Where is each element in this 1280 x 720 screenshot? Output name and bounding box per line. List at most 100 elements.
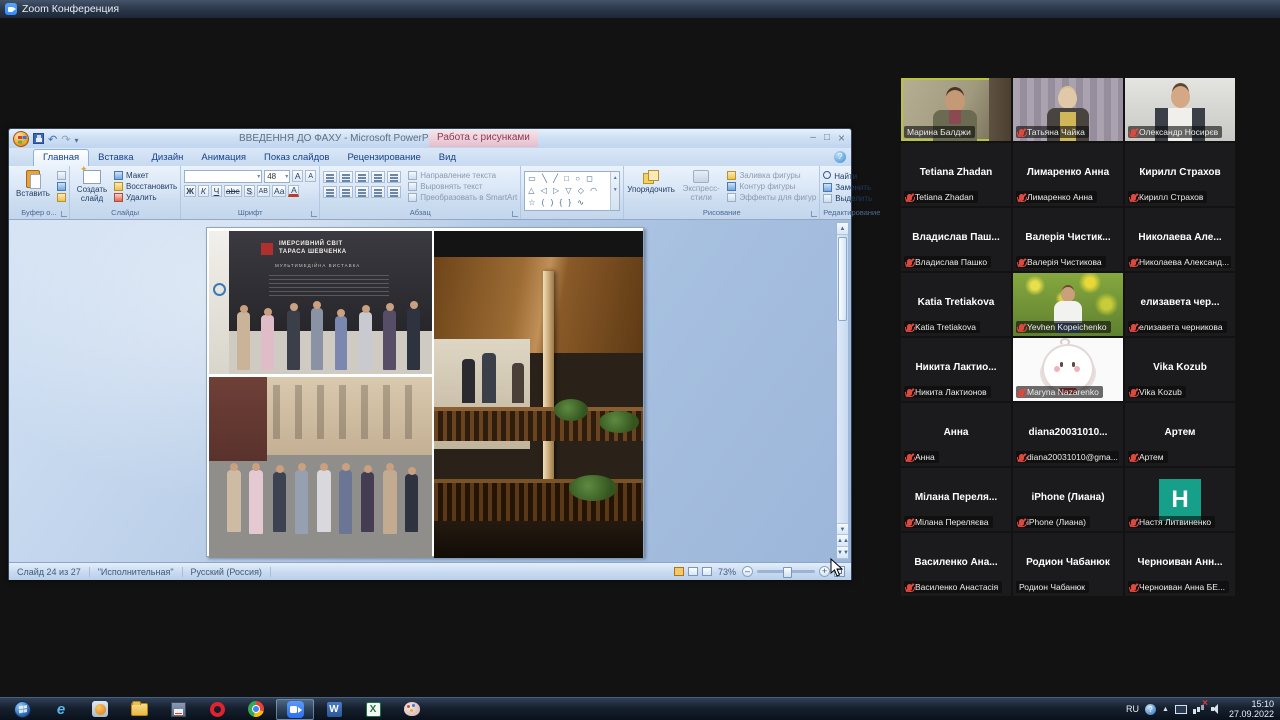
maximize-button[interactable] [824, 132, 830, 146]
justify-icon[interactable] [371, 186, 385, 198]
office-button[interactable] [13, 131, 29, 147]
participant-tile[interactable]: Лимаренко Анна Лимаренко Анна [1013, 143, 1123, 206]
shape-fill-button[interactable]: Заливка фигуры [727, 171, 816, 180]
character-spacing-button[interactable]: АВ [257, 185, 270, 197]
participant-tile[interactable]: Артем Артем [1125, 403, 1235, 466]
convert-smartart-button[interactable]: Преобразовать в SmartArt [408, 193, 517, 202]
shapes-scrollbar[interactable]: ▲▼ [610, 172, 619, 210]
align-text-button[interactable]: Выровнять текст [408, 182, 517, 191]
participant-tile[interactable]: iPhone (Лиана) iPhone (Лиана) [1013, 468, 1123, 531]
zoom-out-icon[interactable]: – [742, 566, 753, 577]
font-color-button[interactable]: А [288, 185, 299, 197]
slide-sorter-icon[interactable] [688, 567, 698, 576]
help-icon[interactable] [834, 151, 846, 163]
normal-view-icon[interactable] [674, 567, 684, 576]
redo-icon[interactable] [61, 130, 70, 148]
tab-vid[interactable]: Вид [430, 150, 465, 166]
slide-canvas[interactable]: ІМЕРСИВНИЙ СВІТ ТАРАСА ШЕВЧЕНКА МУЛЬТИМЕ… [206, 227, 644, 557]
tab-recenzirovanie[interactable]: Рецензирование [338, 150, 429, 166]
shrink-font-icon[interactable]: А [305, 170, 316, 182]
font-size-combo[interactable]: 48 [264, 170, 290, 183]
taskbar-internet-explorer[interactable] [42, 699, 80, 720]
shape-outline-button[interactable]: Контур фигуры [727, 182, 816, 191]
participant-tile[interactable]: Мілана Переля... Мілана Переляєва [901, 468, 1011, 531]
tray-help-icon[interactable] [1145, 704, 1156, 715]
taskbar-save-app[interactable] [159, 699, 197, 720]
zoom-slider[interactable] [757, 570, 815, 573]
underline-button[interactable]: Ч [211, 185, 222, 197]
slide-counter[interactable]: Слайд 24 из 27 [15, 567, 90, 577]
theme-name[interactable]: "Исполнительная" [90, 567, 183, 577]
decrease-indent-icon[interactable] [355, 171, 369, 183]
vertical-scrollbar[interactable]: ▲ ▼ ▲▲ ▼▼ [836, 222, 849, 560]
participant-tile[interactable]: Татьяна Чайка [1013, 78, 1123, 141]
tab-vstavka[interactable]: Вставка [89, 150, 142, 166]
format-painter-icon[interactable] [57, 193, 66, 202]
scrollbar-thumb[interactable] [838, 237, 847, 321]
participant-tile[interactable]: елизавета чер... елизавета черникова [1125, 273, 1235, 336]
scroll-up-icon[interactable]: ▲ [837, 223, 848, 235]
participant-tile[interactable]: Анна Анна [901, 403, 1011, 466]
align-center-icon[interactable] [339, 186, 353, 198]
align-right-icon[interactable] [355, 186, 369, 198]
tab-pokaz-slaydov[interactable]: Показ слайдов [255, 150, 338, 166]
cut-icon[interactable] [57, 171, 66, 180]
participant-tile[interactable]: Черноиван Анн... Черноиван Анна БЕ... [1125, 533, 1235, 596]
taskbar-word[interactable] [315, 699, 353, 720]
participant-tile[interactable]: Katia Tretiakova Katia Tretiakova [901, 273, 1011, 336]
participant-tile[interactable]: Кирилл Страхов Кирилл Страхов [1125, 143, 1235, 206]
italic-button[interactable]: К [198, 185, 209, 197]
dialog-launcher-icon[interactable] [811, 211, 817, 217]
dialog-launcher-icon[interactable] [512, 211, 518, 217]
select-button[interactable]: Выделить [823, 194, 872, 203]
find-button[interactable]: Найти [823, 171, 872, 181]
taskbar-clock[interactable]: 15:10 27.09.2022 [1229, 699, 1274, 720]
participant-tile[interactable]: Василенко Ана... Василенко Анастасія [901, 533, 1011, 596]
bullets-icon[interactable] [323, 171, 337, 183]
columns-icon[interactable] [387, 186, 401, 198]
shapes-gallery[interactable]: ▭ ╲ ╱ □ ○ ◻ △ ◁ ▷ ▽ ◇ ◠ ☆ ( ) { } ∿ ▲▼ [524, 171, 620, 211]
change-case-button[interactable]: Аа [272, 185, 287, 197]
replace-button[interactable]: Заменить [823, 183, 872, 192]
increase-indent-icon[interactable] [371, 171, 385, 183]
delete-button[interactable]: Удалить [114, 193, 177, 202]
tab-dizayn[interactable]: Дизайн [142, 150, 192, 166]
participant-tile[interactable]: Олександр Носирєв [1125, 78, 1235, 141]
participant-tile[interactable]: diana20031010... diana20031010@gma... [1013, 403, 1123, 466]
participant-tile[interactable]: Марина Балджи [901, 78, 1011, 141]
shape-effects-button[interactable]: Эффекты для фигур [727, 193, 816, 202]
layout-button[interactable]: Макет [114, 171, 177, 180]
photo-group-exhibition[interactable]: ІМЕРСИВНИЙ СВІТ ТАРАСА ШЕВЧЕНКА МУЛЬТИМЕ… [209, 231, 432, 374]
photo-street-group[interactable] [209, 377, 432, 558]
quick-styles-button[interactable]: Экспресс-стили [678, 168, 725, 203]
taskbar-paint[interactable] [393, 699, 431, 720]
participant-tile[interactable]: Никита Лактио... Никита Лактионов [901, 338, 1011, 401]
zoom-in-icon[interactable]: + [819, 566, 830, 577]
save-icon[interactable] [33, 133, 44, 144]
start-button[interactable] [3, 699, 41, 720]
grow-font-icon[interactable]: А [292, 170, 303, 182]
bold-button[interactable]: Ж [184, 185, 196, 197]
volume-icon[interactable] [1211, 704, 1223, 714]
participant-tile[interactable]: Н Настя Литвиненко [1125, 468, 1235, 531]
taskbar-chrome[interactable] [237, 699, 275, 720]
taskbar-explorer[interactable] [120, 699, 158, 720]
dialog-launcher-icon[interactable] [311, 211, 317, 217]
scroll-down-icon[interactable]: ▼ [837, 523, 848, 535]
previous-slide-icon[interactable]: ▲▲ [837, 535, 848, 547]
participant-tile[interactable]: Родион Чабанюк Родион Чабанюк [1013, 533, 1123, 596]
participant-tile[interactable]: Maryna Nazarenko [1013, 338, 1123, 401]
language-switcher[interactable]: RU [1126, 704, 1139, 714]
taskbar-zoom[interactable] [276, 699, 314, 720]
participant-tile[interactable]: Tetiana Zhadan Tetiana Zhadan [901, 143, 1011, 206]
line-spacing-icon[interactable] [387, 171, 401, 183]
display-icon[interactable] [1175, 705, 1187, 714]
numbering-icon[interactable] [339, 171, 353, 183]
dialog-launcher-icon[interactable] [61, 211, 67, 217]
minimize-button[interactable] [810, 132, 816, 146]
qat-dropdown-icon[interactable] [74, 130, 78, 148]
taskbar-excel[interactable] [354, 699, 392, 720]
participant-tile[interactable]: Vika Kozub Vika Kozub [1125, 338, 1235, 401]
text-direction-button[interactable]: Направление текста [408, 171, 517, 180]
photo-atrium-interior[interactable] [434, 231, 643, 558]
